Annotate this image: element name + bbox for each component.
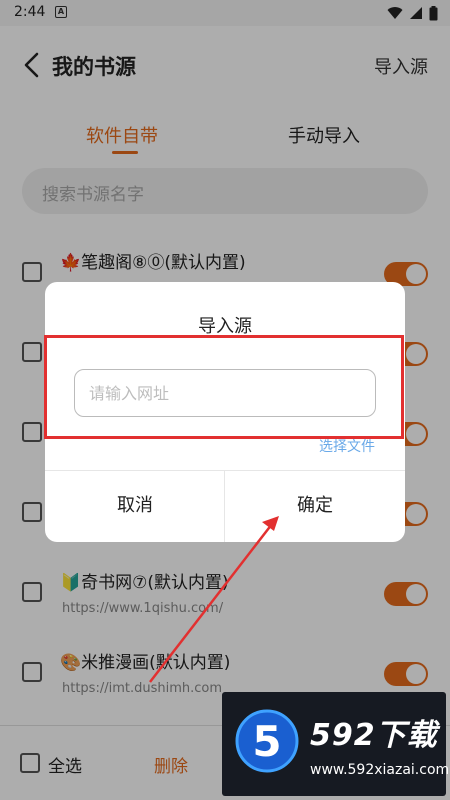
watermark-site: www.592xiazai.com <box>310 762 450 778</box>
select-file-link[interactable]: 选择文件 <box>319 436 375 456</box>
annotation-highlight-box <box>44 335 404 439</box>
cancel-button[interactable]: 取消 <box>45 470 225 542</box>
watermark-brand: 592下载 <box>310 718 438 753</box>
site-watermark: 5 592下载 www.592xiazai.com <box>222 692 450 796</box>
confirm-button[interactable]: 确定 <box>225 470 405 542</box>
svg-text:5: 5 <box>252 717 281 766</box>
watermark-logo-icon: 5 <box>235 709 299 773</box>
